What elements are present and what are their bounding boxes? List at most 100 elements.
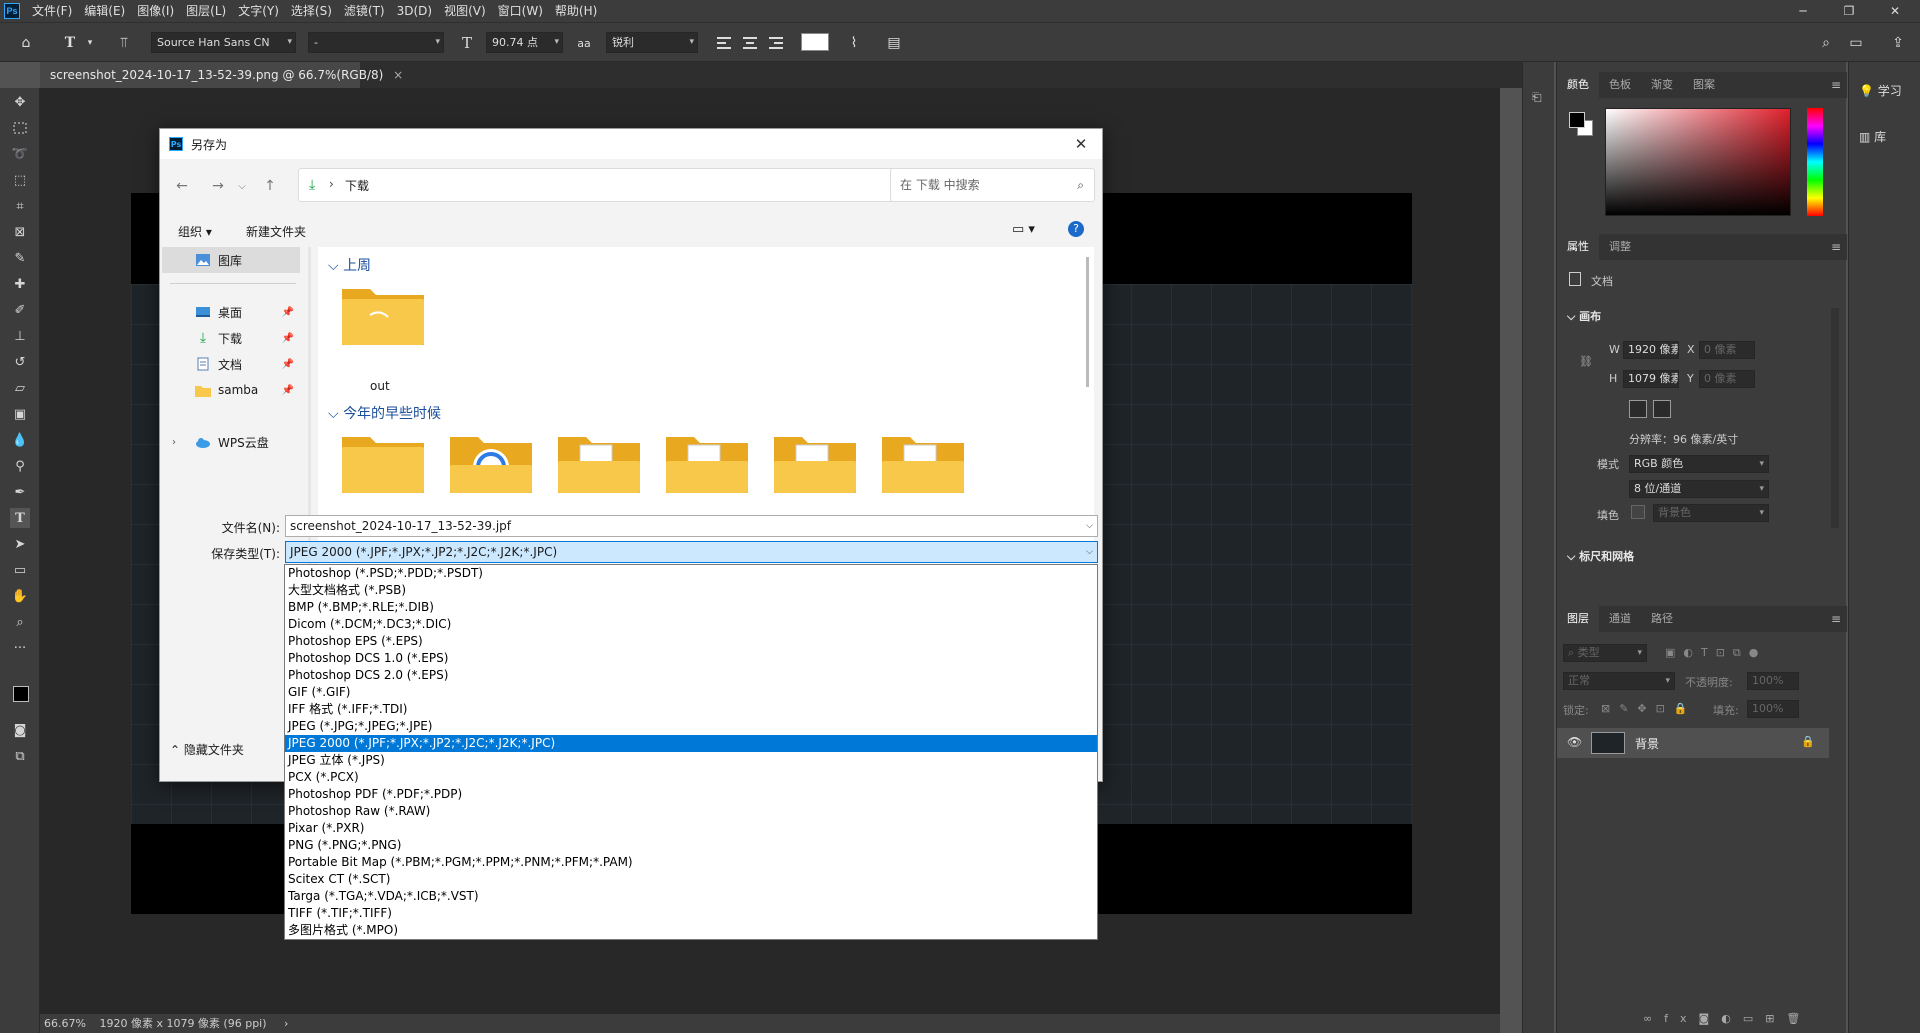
search-input[interactable]: 在 下载 中搜索 ⌕: [890, 168, 1095, 202]
nav-item-samba[interactable]: samba 📌: [162, 377, 300, 403]
filetype-option[interactable]: Photoshop DCS 1.0 (*.EPS): [285, 650, 1097, 667]
filetype-option[interactable]: TIFF (*.TIF;*.TIFF): [285, 905, 1097, 922]
color-field[interactable]: [1605, 108, 1791, 216]
layer-filter-icons[interactable]: ▣◐T⊡⧉●: [1665, 646, 1766, 660]
filetype-option[interactable]: Photoshop Raw (*.RAW): [285, 803, 1097, 820]
path-selection-tool-icon[interactable]: ➤: [10, 534, 30, 554]
move-tool-icon[interactable]: ✥: [10, 92, 30, 112]
hue-slider[interactable]: [1807, 108, 1823, 216]
minimize-button[interactable]: ─: [1780, 0, 1826, 22]
nav-item-gallery[interactable]: 图库: [162, 247, 300, 273]
filetype-option[interactable]: Photoshop DCS 2.0 (*.EPS): [285, 667, 1097, 684]
pin-icon[interactable]: 📌: [282, 359, 294, 370]
blend-mode-select[interactable]: 正常 ▾: [1563, 672, 1675, 690]
fill-select[interactable]: 背景色 ▾: [1653, 504, 1769, 522]
filetype-option[interactable]: Dicom (*.DCM;*.DC3;*.DIC): [285, 616, 1097, 633]
rectangle-tool-icon[interactable]: ▭: [10, 560, 30, 580]
nav-item-downloads[interactable]: ⤓ 下载 📌: [162, 325, 300, 351]
y-field[interactable]: 0 像素: [1699, 370, 1755, 388]
more-tools-icon[interactable]: ···: [10, 638, 30, 658]
folder-out[interactable]: [340, 283, 426, 347]
menu-item[interactable]: 选择(S): [285, 0, 338, 22]
chevron-right-icon[interactable]: ›: [284, 1017, 288, 1030]
tab-color[interactable]: 颜色: [1557, 72, 1599, 98]
close-tab-icon[interactable]: ×: [393, 68, 403, 82]
view-options-icon[interactable]: ▭ ▾: [1012, 222, 1035, 237]
history-panel-icon[interactable]: ⎗: [1532, 90, 1546, 104]
link-icon[interactable]: ⛓: [1579, 355, 1593, 368]
workspace-icon[interactable]: ▭: [1846, 33, 1866, 53]
chevron-right-icon[interactable]: ›: [172, 437, 176, 448]
align-left-icon[interactable]: [714, 33, 734, 53]
antialias-select[interactable]: 锐利 ▾: [606, 32, 698, 53]
text-color-swatch[interactable]: [801, 33, 829, 51]
file-list-scrollbar[interactable]: [1086, 257, 1089, 387]
pin-icon[interactable]: 📌: [282, 307, 294, 318]
recent-locations-chevron-icon[interactable]: ⌵: [232, 176, 252, 196]
learn-button[interactable]: 💡 学习: [1859, 82, 1902, 99]
organize-button[interactable]: 组织 ▾: [178, 223, 212, 240]
search-icon[interactable]: ⌕: [1816, 33, 1836, 53]
height-field[interactable]: 1079 像素: [1623, 370, 1679, 388]
nav-item-desktop[interactable]: 桌面 📌: [162, 299, 300, 325]
new-folder-button[interactable]: 新建文件夹: [246, 223, 306, 240]
healing-brush-tool-icon[interactable]: ✚: [10, 274, 30, 294]
screen-mode-icon[interactable]: ⧉: [10, 746, 30, 766]
canvas-section-header[interactable]: ⌵ 画布: [1567, 308, 1601, 324]
eraser-tool-icon[interactable]: ▱: [10, 378, 30, 398]
folder-item[interactable]: [340, 431, 426, 495]
layer-filter-select[interactable]: ⌕ 类型 ▾: [1563, 644, 1647, 662]
filename-input[interactable]: screenshot_2024-10-17_13-52-39.jpf ⌵: [285, 515, 1098, 537]
pen-tool-icon[interactable]: ✒: [10, 482, 30, 502]
menu-item[interactable]: 图层(L): [180, 0, 232, 22]
tab-gradients[interactable]: 渐变: [1641, 72, 1683, 98]
tab-patterns[interactable]: 图案: [1683, 72, 1725, 98]
up-arrow-icon[interactable]: ↑: [260, 176, 280, 196]
folder-item[interactable]: [664, 431, 750, 495]
dialog-close-button[interactable]: ✕: [1066, 129, 1096, 159]
font-size-select[interactable]: 90.74 点 ▾: [486, 32, 563, 53]
menu-item[interactable]: 3D(D): [391, 0, 438, 22]
panel-menu-icon[interactable]: ≡: [1831, 606, 1841, 632]
share-icon[interactable]: ⇪: [1888, 33, 1908, 53]
tab-paths[interactable]: 路径: [1641, 606, 1683, 632]
eyedropper-tool-icon[interactable]: ✎: [10, 248, 30, 268]
filetype-option[interactable]: PCX (*.PCX): [285, 769, 1097, 786]
bit-depth-select[interactable]: 8 位/通道 ▾: [1629, 480, 1769, 498]
character-panel-icon[interactable]: ▤: [884, 33, 904, 53]
opacity-field[interactable]: 100%: [1747, 672, 1799, 690]
tab-channels[interactable]: 通道: [1599, 606, 1641, 632]
tab-layers[interactable]: 图层: [1557, 606, 1599, 632]
filetype-option[interactable]: BMP (*.BMP;*.RLE;*.DIB): [285, 599, 1097, 616]
hand-tool-icon[interactable]: ✋: [10, 586, 30, 606]
rulers-section-header[interactable]: ⌵ 标尺和网格: [1567, 548, 1634, 564]
filetype-option[interactable]: 多图片格式 (*.MPO): [285, 922, 1097, 939]
dodge-tool-icon[interactable]: ⚲: [10, 456, 30, 476]
font-style-select[interactable]: - ▾: [308, 32, 444, 53]
menu-item[interactable]: 视图(V): [438, 0, 492, 22]
filetype-option[interactable]: GIF (*.GIF): [285, 684, 1097, 701]
menu-item[interactable]: 图像(I): [131, 0, 180, 22]
folder-item[interactable]: [448, 431, 534, 495]
close-window-button[interactable]: ✕: [1872, 0, 1918, 22]
filetype-option[interactable]: Photoshop (*.PSD;*.PDD;*.PSDT): [285, 565, 1097, 582]
portrait-icon[interactable]: [1629, 400, 1647, 418]
pin-icon[interactable]: 📌: [282, 333, 294, 344]
lasso-tool-icon[interactable]: ➰: [10, 144, 30, 164]
filetype-option[interactable]: Photoshop PDF (*.PDF;*.PDP): [285, 786, 1097, 803]
folder-item[interactable]: [772, 431, 858, 495]
tab-adjustments[interactable]: 调整: [1599, 234, 1641, 260]
properties-scrollbar[interactable]: [1831, 308, 1839, 528]
type-tool-preset-icon[interactable]: T: [60, 33, 80, 53]
filetype-option[interactable]: Scitex CT (*.SCT): [285, 871, 1097, 888]
help-icon[interactable]: ?: [1068, 221, 1084, 237]
align-center-icon[interactable]: [740, 33, 760, 53]
folder-item[interactable]: [556, 431, 642, 495]
filetype-option[interactable]: JPEG 2000 (*.JPF;*.JPX;*.JP2;*.J2C;*.J2K…: [285, 735, 1097, 752]
lock-icons[interactable]: ⊠✎✥⊡🔒: [1601, 702, 1697, 715]
breadcrumb[interactable]: 下载: [345, 177, 369, 194]
menu-item[interactable]: 编辑(E): [78, 0, 131, 22]
panel-menu-icon[interactable]: ≡: [1831, 234, 1841, 260]
font-family-select[interactable]: Source Han Sans CN ▾: [151, 32, 296, 53]
menu-item[interactable]: 帮助(H): [549, 0, 603, 22]
